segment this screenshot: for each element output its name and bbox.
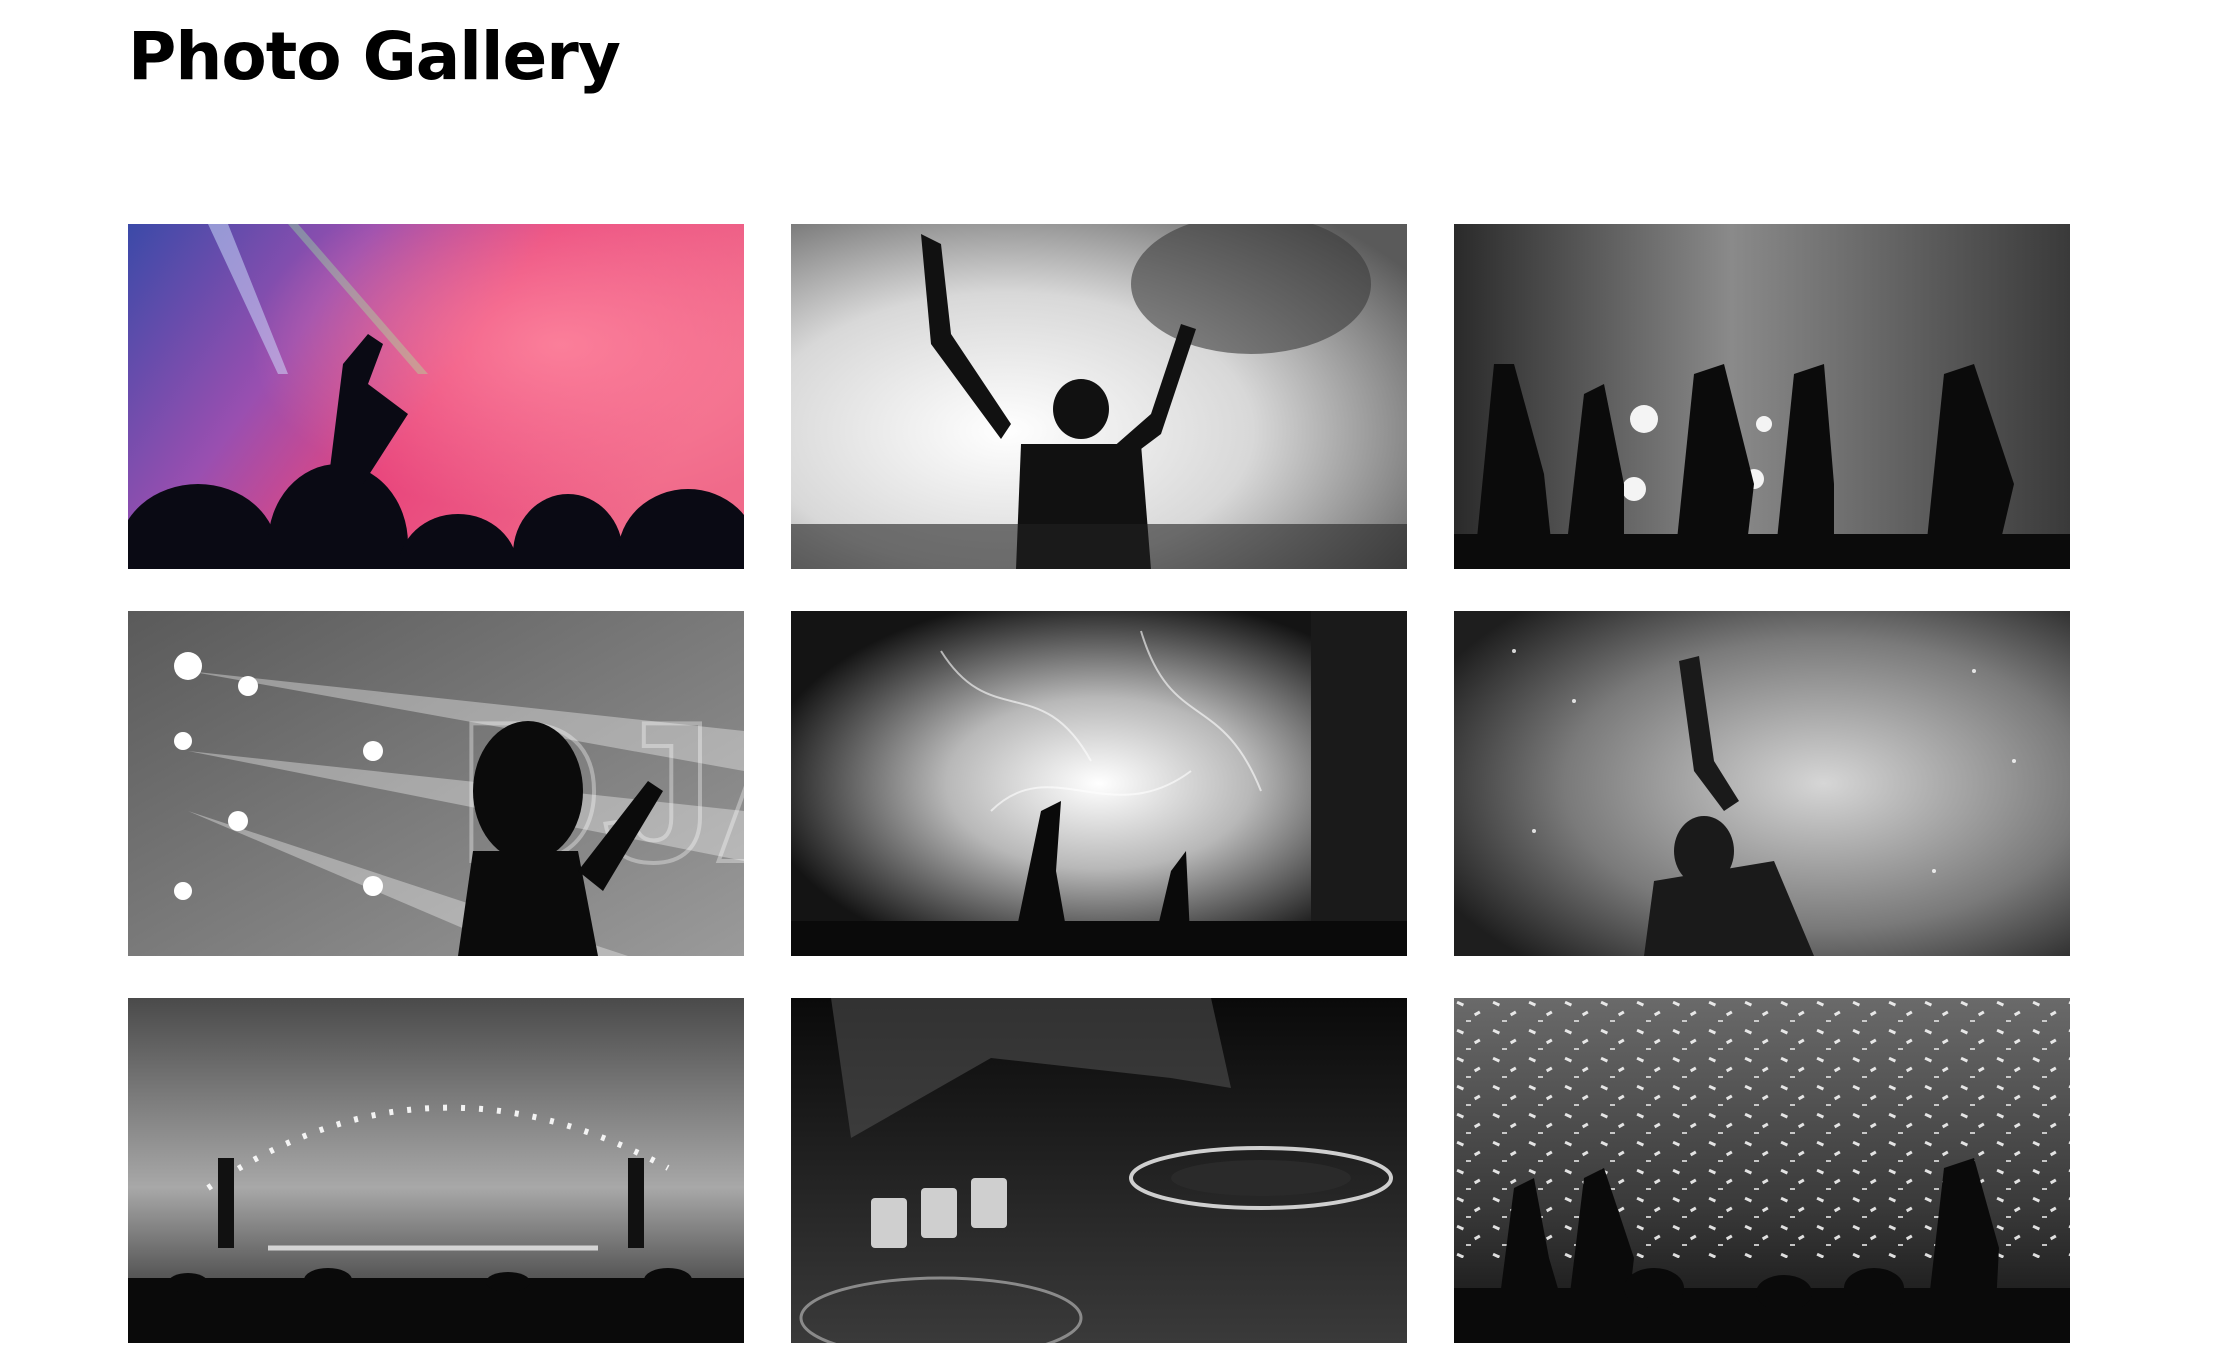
gallery-photo-9[interactable] (1454, 998, 2070, 1343)
photo-raised-hands-image (1454, 224, 2070, 569)
gallery-photo-4[interactable]: DJA (128, 611, 744, 956)
gallery-photo-3[interactable] (1454, 224, 2070, 569)
gallery-photo-5[interactable] (791, 611, 1407, 956)
gallery-photo-8[interactable] (791, 998, 1407, 1343)
photo-arena-stage-image (128, 998, 744, 1343)
gallery-photo-7[interactable] (128, 998, 744, 1343)
gallery-photo-2[interactable] (791, 224, 1407, 569)
page-title: Photo Gallery (128, 18, 621, 95)
gallery-photo-6[interactable] (1454, 611, 2070, 956)
photo-woman-waving-image: DJA (128, 611, 744, 956)
photo-woman-arms-raised-image (791, 224, 1407, 569)
gallery-photo-1[interactable] (128, 224, 744, 569)
photo-gallery-grid: DJA (128, 224, 2070, 1343)
photo-fireworks-crowd-image (791, 611, 1407, 956)
photo-man-raised-hand-image (1454, 611, 2070, 956)
photo-confetti-crowd-image (1454, 998, 2070, 1343)
photo-dj-mixer-image (791, 998, 1407, 1343)
photo-concert-color-image (128, 224, 744, 569)
